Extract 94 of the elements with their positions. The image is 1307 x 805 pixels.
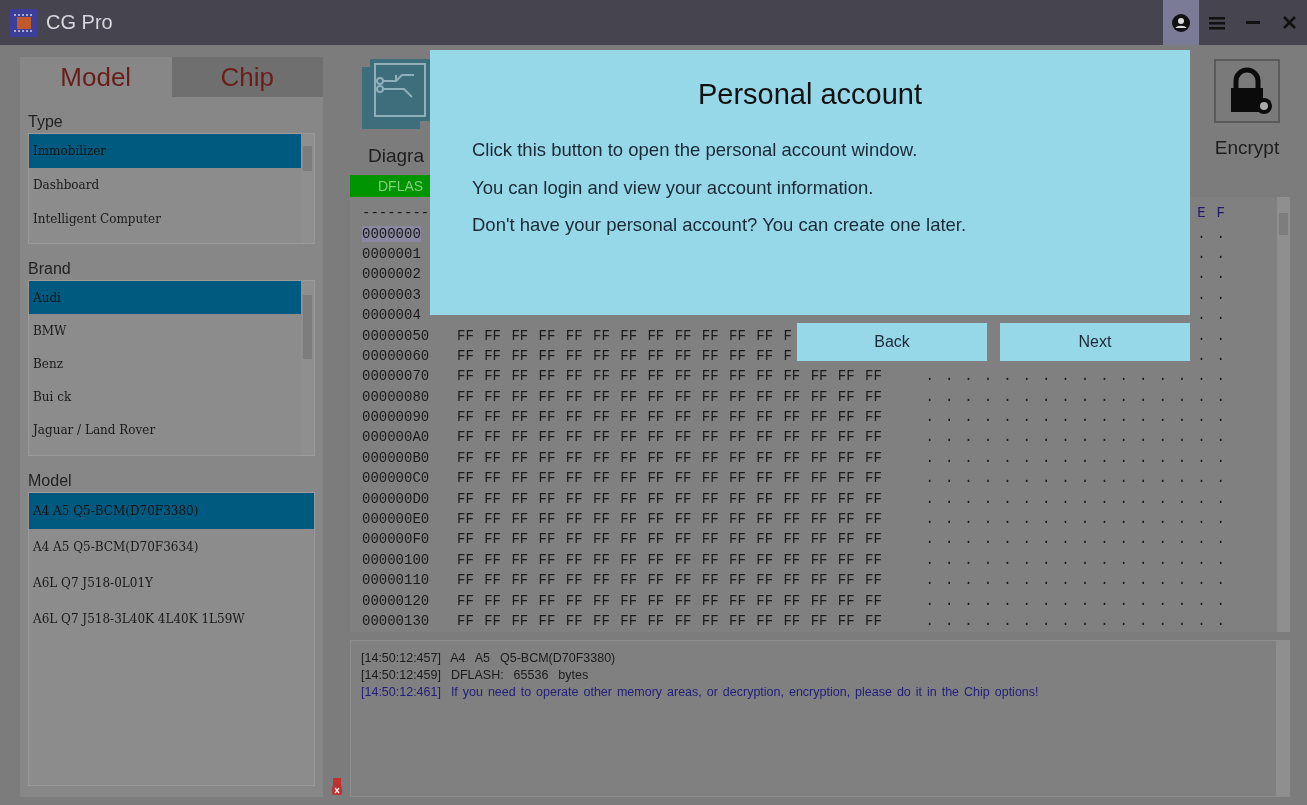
hex-ascii: . . xyxy=(1197,327,1225,344)
hex-ascii: . . . . . . . . . . . . . . . . xyxy=(925,613,1225,629)
next-button[interactable]: Next xyxy=(1000,323,1190,361)
hex-bytes: FF FF FF FF FF FF FF FF FF FF FF FF FF FF FF FF xyxy=(457,551,882,568)
hex-ascii: . . . . . . . . . . . . . . . . xyxy=(925,429,1225,446)
hex-bytes: FF FF FF FF FF FF FF FF FF FF FF FF FF FF FF FF xyxy=(457,429,882,446)
close-icon xyxy=(1282,16,1296,29)
hex-address[interactable]: 00000110 xyxy=(362,572,430,589)
hex-bytes: FF FF FF FF FF FF FF FF FF FF FF FF F xyxy=(457,327,792,344)
popup-text: Click this button to open the personal account window. xyxy=(472,139,919,162)
menu-icon xyxy=(1209,15,1225,30)
hex-ascii: . . xyxy=(1197,286,1225,303)
section-label: Model xyxy=(27,471,73,491)
tool-label: Encrypt xyxy=(1214,137,1280,159)
hex-header: -------- xyxy=(362,205,430,222)
hex-bytes: FF FF FF FF FF FF FF FF FF FF FF FF F xyxy=(457,347,792,364)
lock-gear-icon xyxy=(1214,59,1280,123)
hex-bytes: FF FF FF FF FF FF FF FF FF FF FF FF FF FF FF FF xyxy=(457,368,882,385)
hex-ascii: . . . . . . . . . . . . . . . . xyxy=(925,368,1225,385)
hex-address[interactable]: 0000004 xyxy=(362,307,421,324)
hex-address[interactable]: 000000A0 xyxy=(362,429,430,446)
hex-address[interactable]: 0000000 xyxy=(362,225,421,242)
hex-address[interactable]: 00000100 xyxy=(362,551,430,568)
hex-header: E F xyxy=(1197,205,1225,222)
list-item[interactable]: A6L Q7 J518-0L01Y xyxy=(29,565,314,601)
hex-bytes: FF FF FF FF FF FF FF FF FF FF FF FF FF FF FF FF xyxy=(457,592,882,609)
account-button[interactable] xyxy=(1163,0,1199,45)
list-item[interactable]: Audi xyxy=(29,281,301,314)
hex-address[interactable]: 0000003 xyxy=(362,286,421,303)
hex-address[interactable]: 000000F0 xyxy=(362,531,430,548)
hex-address[interactable]: 00000070 xyxy=(362,368,430,385)
hex-bytes: FF FF FF FF FF FF FF FF FF FF FF FF FF FF FF FF xyxy=(457,449,882,466)
list-item[interactable]: Dashboard xyxy=(29,168,301,202)
list-item[interactable]: A6L Q7 J518-3L40K 4L40K 1L59W xyxy=(29,601,314,637)
hex-ascii: . . xyxy=(1197,266,1225,283)
hex-ascii: . . xyxy=(1197,347,1225,364)
hex-address[interactable]: 00000130 xyxy=(362,613,430,629)
hex-bytes: FF FF FF FF FF FF FF FF FF FF FF FF FF FF FF FF xyxy=(457,572,882,589)
circuit-board-icon xyxy=(362,59,430,131)
log-line: [14:50:12:461] If you need to operate other memory areas, or decryption, encryption, please do it in the Chip options! xyxy=(361,685,1040,699)
account-icon xyxy=(1172,13,1190,32)
list-item[interactable]: Benz xyxy=(29,347,301,380)
hex-bytes: FF FF FF FF FF FF FF FF FF FF FF FF FF FF FF FF xyxy=(457,511,882,528)
hex-address[interactable]: 00000090 xyxy=(362,409,430,426)
hex-ascii: . . xyxy=(1197,245,1225,262)
section-label: Type xyxy=(27,112,64,132)
list-item[interactable]: BMW xyxy=(29,314,301,347)
hex-ascii: . . . . . . . . . . . . . . . . xyxy=(925,470,1225,487)
popup-title: Personal account xyxy=(696,78,924,111)
side-tab[interactable]: Chip xyxy=(171,57,323,97)
minimize-icon xyxy=(1246,20,1260,25)
log-line: [14:50:12:457] A4 A5 Q5-BCM(D70F3380) xyxy=(361,651,617,665)
list-item[interactable]: A4 A5 Q5-BCM(D70F3634) xyxy=(29,529,314,565)
hex-bytes: FF FF FF FF FF FF FF FF FF FF FF FF FF FF FF FF xyxy=(457,388,882,405)
hex-address[interactable]: 000000C0 xyxy=(362,470,430,487)
hex-ascii: . . . . . . . . . . . . . . . . xyxy=(925,490,1225,507)
list-item[interactable]: A4 A5 Q5-BCM(D70F3380) xyxy=(29,493,314,529)
tool-label: Diagra xyxy=(368,145,424,167)
hex-bytes: FF FF FF FF FF FF FF FF FF FF FF FF FF FF FF FF xyxy=(457,490,882,507)
hex-ascii: . . xyxy=(1197,307,1225,324)
hex-address[interactable]: 0000001 xyxy=(362,245,421,262)
chip-app-icon xyxy=(10,8,38,37)
list-item[interactable]: Intelligent Computer xyxy=(29,202,301,236)
back-button[interactable]: Back xyxy=(797,323,987,361)
hex-ascii: . . . . . . . . . . . . . . . . xyxy=(925,592,1225,609)
hex-address[interactable]: 0000002 xyxy=(362,266,421,283)
window-title: CG Pro xyxy=(46,11,113,34)
hex-address[interactable]: 000000E0 xyxy=(362,511,430,528)
hex-ascii: . . xyxy=(1197,225,1225,242)
hex-ascii: . . . . . . . . . . . . . . . . xyxy=(925,551,1225,568)
popup-text: You can login and view your account information. xyxy=(472,176,875,200)
section-label: Brand xyxy=(27,259,72,279)
hex-bytes: FF FF FF FF FF FF FF FF FF FF FF FF FF FF FF FF xyxy=(457,613,882,629)
list-item[interactable]: Immobilizer xyxy=(29,134,301,168)
usb-disconnected-icon xyxy=(331,778,342,795)
popup-text: Don't have your personal account? You can create one later. xyxy=(472,214,968,237)
list-item[interactable]: Bui ck xyxy=(29,380,301,413)
hex-address[interactable]: 00000120 xyxy=(362,592,430,609)
hex-bytes: FF FF FF FF FF FF FF FF FF FF FF FF FF FF FF FF xyxy=(457,531,882,548)
list-item[interactable]: Jaguar / Land Rover xyxy=(29,413,301,446)
hex-ascii: . . . . . . . . . . . . . . . . xyxy=(925,511,1225,528)
log-line: [14:50:12:459] DFLASH: 65536 bytes xyxy=(361,668,590,682)
hex-ascii: . . . . . . . . . . . . . . . . xyxy=(925,531,1225,548)
hex-address[interactable]: 00000050 xyxy=(362,327,430,344)
hex-address[interactable]: 000000B0 xyxy=(362,449,430,466)
hex-ascii: . . . . . . . . . . . . . . . . xyxy=(925,572,1225,589)
hex-ascii: . . . . . . . . . . . . . . . . xyxy=(925,449,1225,466)
hex-bytes: FF FF FF FF FF FF FF FF FF FF FF FF FF FF FF FF xyxy=(457,409,882,426)
hex-ascii: . . . . . . . . . . . . . . . . xyxy=(925,388,1225,405)
hex-address[interactable]: 00000080 xyxy=(362,388,430,405)
hex-bytes: FF FF FF FF FF FF FF FF FF FF FF FF FF FF FF FF xyxy=(457,470,882,487)
hex-address[interactable]: 000000D0 xyxy=(362,490,430,507)
hex-address[interactable]: 00000060 xyxy=(362,347,430,364)
hex-ascii: . . . . . . . . . . . . . . . . xyxy=(925,409,1225,426)
